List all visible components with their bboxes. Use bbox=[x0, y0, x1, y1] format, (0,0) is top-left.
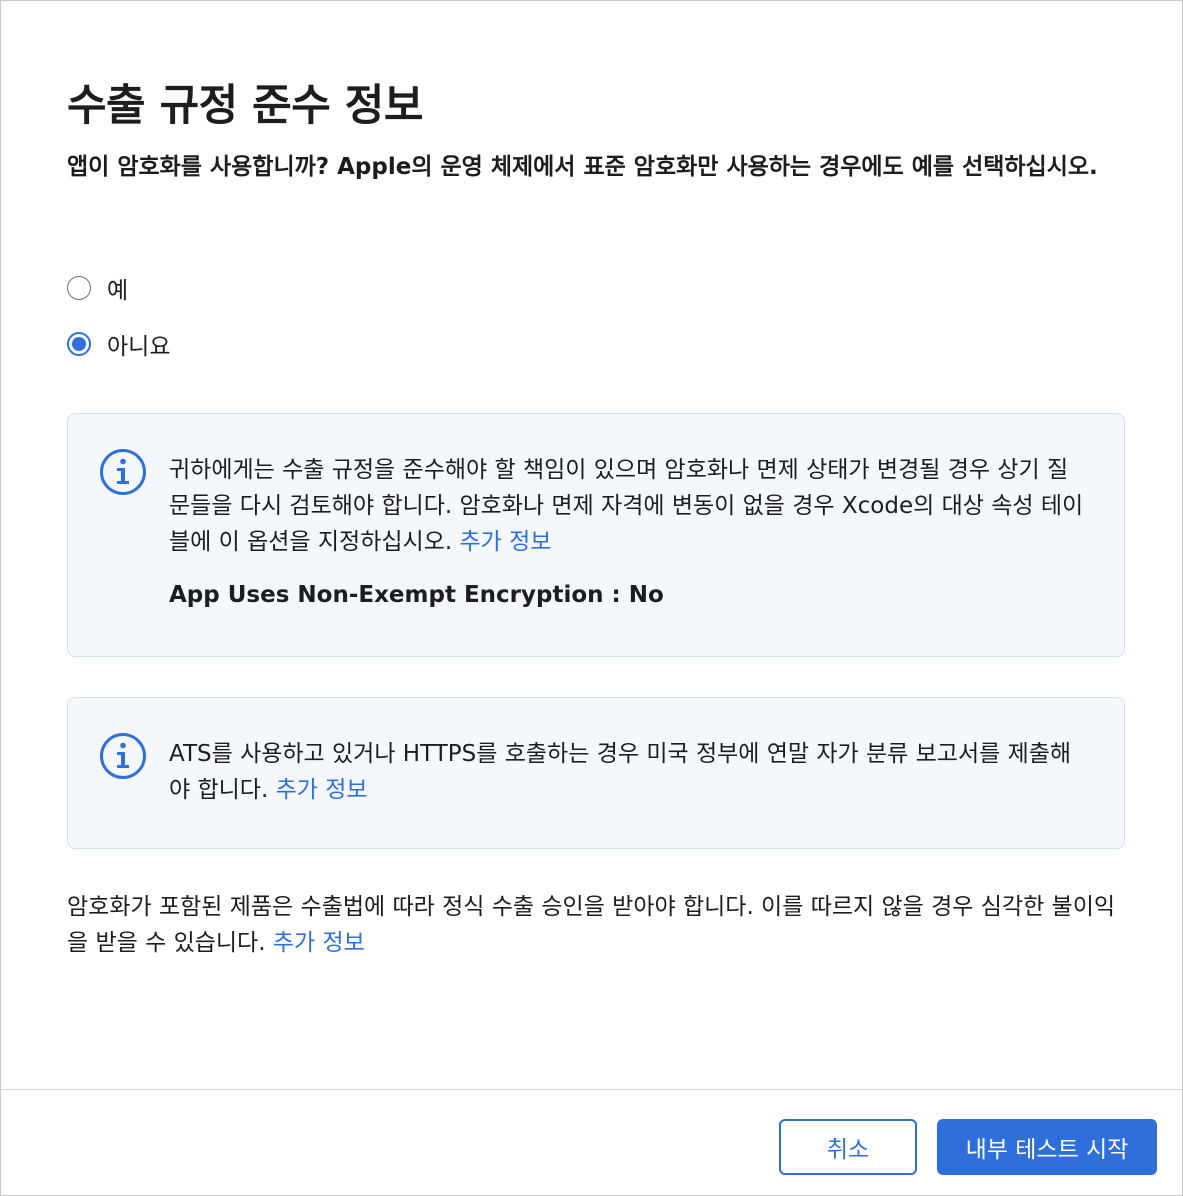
cancel-button[interactable]: 취소 bbox=[779, 1119, 917, 1175]
export-compliance-dialog: 수출 규정 준수 정보 앱이 암호화를 사용합니까? Apple의 운영 체제에… bbox=[0, 0, 1183, 1196]
radio-label-yes: 예 bbox=[107, 278, 129, 304]
radio-option-yes[interactable]: 예 bbox=[67, 271, 128, 305]
radio-option-no[interactable]: 아니요 bbox=[67, 327, 170, 361]
compliance-info-box: 귀하에게는 수출 규정을 준수해야 할 책임이 있으며 암호화나 면제 상태가 … bbox=[67, 413, 1125, 657]
export-law-notice: 암호화가 포함된 제품은 수출법에 따라 정식 수출 승인을 받아야 합니다. … bbox=[67, 889, 1127, 961]
radio-dot bbox=[72, 337, 86, 351]
export-law-notice-body: 암호화가 포함된 제품은 수출법에 따라 정식 수출 승인을 받아야 합니다. … bbox=[67, 894, 1116, 956]
info-circle-icon bbox=[100, 733, 146, 779]
encryption-question: 앱이 암호화를 사용합니까? Apple의 운영 체제에서 표준 암호화만 사용… bbox=[67, 154, 1098, 180]
info-circle-icon bbox=[100, 449, 146, 495]
ats-info-text: ATS를 사용하고 있거나 HTTPS를 호출하는 경우 미국 정부에 연말 자… bbox=[169, 736, 1089, 808]
radio-button-yes[interactable] bbox=[67, 276, 91, 300]
footer-divider bbox=[1, 1089, 1182, 1090]
compliance-info-text: 귀하에게는 수출 규정을 준수해야 할 책임이 있으며 암호화나 면제 상태가 … bbox=[169, 452, 1089, 560]
encryption-status-line: App Uses Non-Exempt Encryption : No bbox=[169, 582, 664, 608]
more-info-link[interactable]: 추가 정보 bbox=[273, 930, 365, 956]
more-info-link[interactable]: 추가 정보 bbox=[459, 529, 551, 555]
radio-label-no: 아니요 bbox=[107, 334, 171, 360]
ats-info-box: ATS를 사용하고 있거나 HTTPS를 호출하는 경우 미국 정부에 연말 자… bbox=[67, 697, 1125, 849]
more-info-link[interactable]: 추가 정보 bbox=[276, 777, 368, 803]
compliance-info-body: 귀하에게는 수출 규정을 준수해야 할 책임이 있으며 암호화나 면제 상태가 … bbox=[169, 457, 1084, 555]
radio-button-no[interactable] bbox=[67, 332, 91, 356]
start-internal-testing-button[interactable]: 내부 테스트 시작 bbox=[937, 1119, 1157, 1175]
dialog-title: 수출 규정 준수 정보 bbox=[67, 81, 423, 131]
